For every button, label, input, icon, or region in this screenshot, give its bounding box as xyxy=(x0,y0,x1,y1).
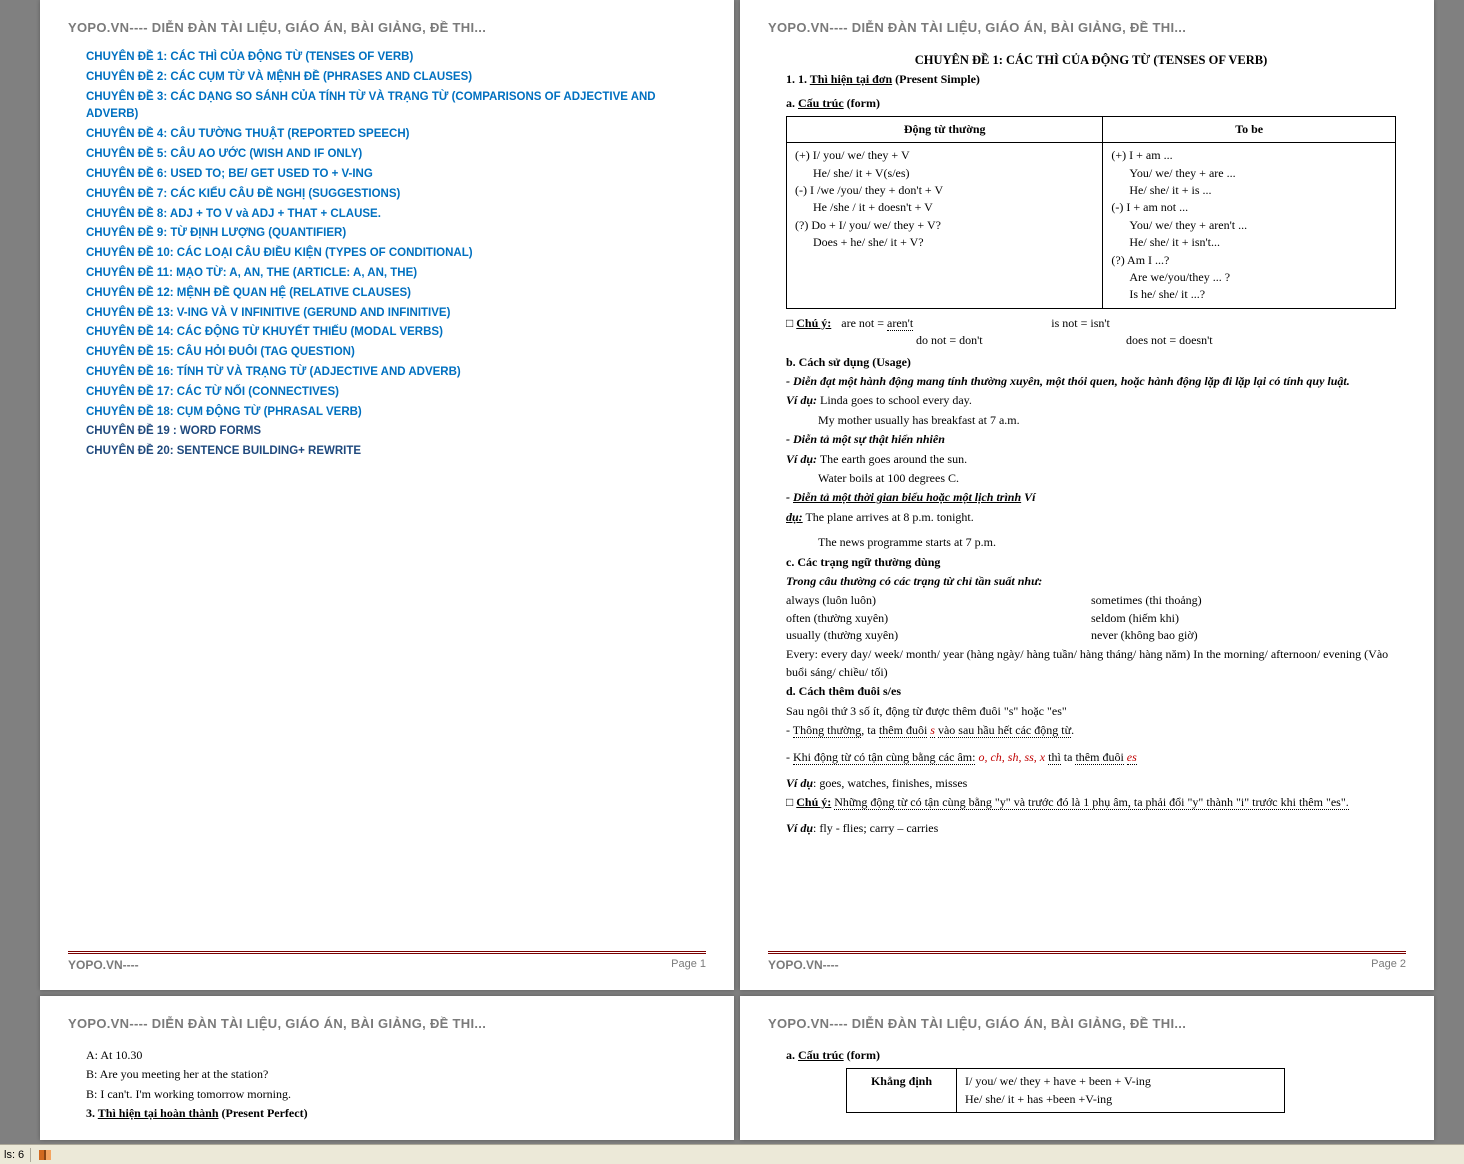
toc-item[interactable]: CHUYÊN ĐỀ 18: CỤM ĐỘNG TỪ (PHRASAL VERB) xyxy=(86,404,696,422)
page-2: YOPO.VN---- DIỄN ĐÀN TÀI LIỆU, GIÁO ÁN, … xyxy=(740,0,1434,990)
toc-item[interactable]: CHUYÊN ĐỀ 13: V-ING VÀ V INFINITIVE (GER… xyxy=(86,305,696,323)
footer-brand: YOPO.VN---- xyxy=(68,958,139,972)
toc-item[interactable]: CHUYÊN ĐỀ 3: CÁC DẠNG SO SÁNH CỦA TÍNH T… xyxy=(86,89,696,125)
toc-item[interactable]: CHUYÊN ĐỀ 19 : WORD FORMS xyxy=(86,423,696,441)
page2-content: CHUYÊN ĐỀ 1: CÁC THÌ CỦA ĐỘNG TỪ (TENSES… xyxy=(768,43,1406,951)
toc-item[interactable]: CHUYÊN ĐỀ 20: SENTENCE BUILDING+ REWRITE xyxy=(86,443,696,461)
page-1: YOPO.VN---- DIỄN ĐÀN TÀI LIỆU, GIÁO ÁN, … xyxy=(40,0,734,990)
page-3: YOPO.VN---- DIỄN ĐÀN TÀI LIỆU, GIÁO ÁN, … xyxy=(40,996,734,1140)
toc-item[interactable]: CHUYÊN ĐỀ 14: CÁC ĐỘNG TỪ KHUYẾT THIẾU (… xyxy=(86,324,696,342)
usage-line: - Diễn đạt một hành động mang tính thườn… xyxy=(786,373,1396,390)
page-header: YOPO.VN---- DIỄN ĐÀN TÀI LIỆU, GIÁO ÁN, … xyxy=(68,1016,706,1031)
section-heading: c. Các trạng ngữ thường dùng xyxy=(786,554,1396,571)
separator xyxy=(30,1148,31,1162)
page3-content: A: At 10.30 B: Are you meeting her at th… xyxy=(68,1039,706,1122)
toc-item[interactable]: CHUYÊN ĐỀ 8: ADJ + TO V và ADJ + THAT + … xyxy=(86,206,696,224)
toc-item[interactable]: CHUYÊN ĐỀ 6: USED TO; BE/ GET USED TO + … xyxy=(86,166,696,184)
status-count: ls: 6 xyxy=(4,1149,24,1161)
table-cell: I/ you/ we/ they + have + been + V-ing H… xyxy=(957,1069,1285,1113)
chapter-title: CHUYÊN ĐỀ 1: CÁC THÌ CỦA ĐỘNG TỪ (TENSES… xyxy=(786,51,1396,69)
table-cell: Khẳng định xyxy=(847,1069,957,1113)
toc-item[interactable]: CHUYÊN ĐỀ 9: TỪ ĐỊNH LƯỢNG (QUANTIFIER) xyxy=(86,225,696,243)
section-heading: b. Cách sử dụng (Usage) xyxy=(786,354,1396,371)
pages-container: YOPO.VN---- DIỄN ĐÀN TÀI LIỆU, GIÁO ÁN, … xyxy=(0,0,1464,1140)
table-header: To be xyxy=(1103,116,1396,142)
note-row: □ Chú ý: are not = aren't is not = isn't xyxy=(786,315,1396,332)
page-header: YOPO.VN---- DIỄN ĐÀN TÀI LIỆU, GIÁO ÁN, … xyxy=(768,20,1406,35)
status-bar: ls: 6 xyxy=(0,1144,1464,1164)
table-cell: (+) I/ you/ we/ they + V He/ she/ it + V… xyxy=(787,143,1103,309)
toc-item[interactable]: CHUYÊN ĐỀ 12: MỆNH ĐỀ QUAN HỆ (RELATIVE … xyxy=(86,285,696,303)
toc-item[interactable]: CHUYÊN ĐỀ 15: CÂU HỎI ĐUÔI (TAG QUESTION… xyxy=(86,344,696,362)
toc-item[interactable]: CHUYÊN ĐỀ 4: CÂU TƯỜNG THUẬT (REPORTED S… xyxy=(86,126,696,144)
page-header: YOPO.VN---- DIỄN ĐÀN TÀI LIỆU, GIÁO ÁN, … xyxy=(768,1016,1406,1031)
toc-item[interactable]: CHUYÊN ĐỀ 10: CÁC LOẠI CÂU ĐIỀU KIỆN (TY… xyxy=(86,245,696,263)
toc-item[interactable]: CHUYÊN ĐỀ 1: CÁC THÌ CỦA ĐỘNG TỪ (TENSES… xyxy=(86,49,696,67)
footer-brand: YOPO.VN---- xyxy=(768,958,839,972)
grammar-table: Động từ thườngTo be (+) I/ you/ we/ they… xyxy=(786,116,1396,309)
section-heading: d. Cách thêm đuôi s/es xyxy=(786,683,1396,700)
toc-item[interactable]: CHUYÊN ĐỀ 11: MẠO TỪ: A, AN, THE (ARTICL… xyxy=(86,265,696,283)
page-number: Page 1 xyxy=(671,958,706,972)
note-row: do not = don't does not = doesn't xyxy=(786,332,1396,349)
toc-content: CHUYÊN ĐỀ 1: CÁC THÌ CỦA ĐỘNG TỪ (TENSES… xyxy=(68,43,706,951)
book-icon[interactable] xyxy=(37,1147,53,1163)
page-number: Page 2 xyxy=(1371,958,1406,972)
page-footer: YOPO.VN---- Page 2 xyxy=(768,951,1406,972)
page-header: YOPO.VN---- DIỄN ĐÀN TÀI LIỆU, GIÁO ÁN, … xyxy=(68,20,706,35)
toc-item[interactable]: CHUYÊN ĐỀ 5: CÂU AO ƯỚC (WISH AND IF ONL… xyxy=(86,146,696,164)
document-viewport: YOPO.VN---- DIỄN ĐÀN TÀI LIỆU, GIÁO ÁN, … xyxy=(0,0,1464,1164)
toc-item[interactable]: CHUYÊN ĐỀ 17: CÁC TỪ NỐI (CONNECTIVES) xyxy=(86,384,696,402)
table-header: Động từ thường xyxy=(787,116,1103,142)
page-4: YOPO.VN---- DIỄN ĐÀN TÀI LIỆU, GIÁO ÁN, … xyxy=(740,996,1434,1140)
page4-content: a. Cấu trúc (form) Khẳng định I/ you/ we… xyxy=(768,1039,1406,1122)
toc-item[interactable]: CHUYÊN ĐỀ 2: CÁC CỤM TỪ VÀ MỆNH ĐỀ (PHRA… xyxy=(86,69,696,87)
section-heading: 1. 1. Thì hiện tại đơn (Present Simple) xyxy=(786,72,798,86)
toc-item[interactable]: CHUYÊN ĐỀ 7: CÁC KIỂU CÂU ĐỀ NGHỊ (SUGGE… xyxy=(86,186,696,204)
grammar-table-2: Khẳng định I/ you/ we/ they + have + bee… xyxy=(846,1068,1285,1113)
table-cell: (+) I + am ... You/ we/ they + are ... H… xyxy=(1103,143,1396,309)
toc-item[interactable]: CHUYÊN ĐỀ 16: TÍNH TỪ VÀ TRẠNG TỪ (ADJEC… xyxy=(86,364,696,382)
page-footer: YOPO.VN---- Page 1 xyxy=(68,951,706,972)
